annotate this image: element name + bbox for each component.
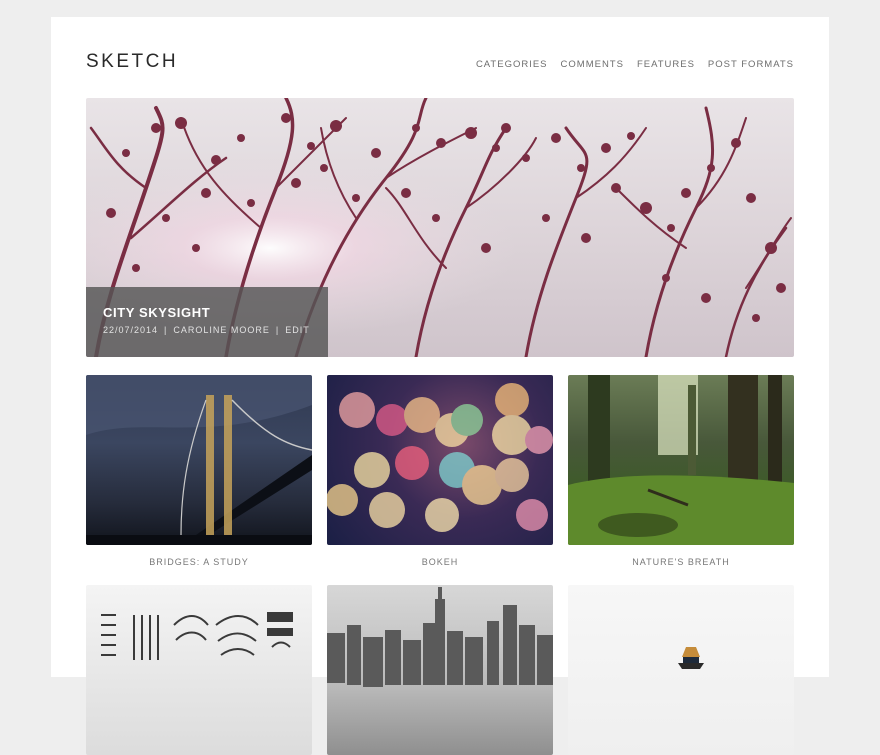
featured-meta: 22/07/2014 | CAROLINE MOORE | EDIT xyxy=(103,325,310,335)
objects-image xyxy=(101,612,293,660)
nav-item-features[interactable]: FEATURES xyxy=(637,59,695,70)
nav-item-comments[interactable]: COMMENTS xyxy=(561,59,624,70)
content-panel: SKETCH CATEGORIES COMMENTS FEATURES POST… xyxy=(51,17,829,755)
project-thumbnail-bokeh[interactable] xyxy=(327,375,553,545)
nav-item-post-formats[interactable]: POST FORMATS xyxy=(708,59,794,70)
project-thumbnail-nature[interactable] xyxy=(568,375,794,545)
project-thumbnail-city[interactable] xyxy=(327,585,553,755)
project-thumbnail-objects[interactable] xyxy=(86,585,312,755)
project-card[interactable]: BRIDGES: A STUDY xyxy=(86,375,312,567)
lake-image xyxy=(678,647,704,669)
project-title[interactable]: BRIDGES: A STUDY xyxy=(86,557,312,567)
main-navigation: CATEGORIES COMMENTS FEATURES POST FORMAT… xyxy=(476,59,794,70)
project-thumbnail-bridge[interactable] xyxy=(86,375,312,545)
project-title[interactable]: BOKEH xyxy=(327,557,553,567)
bridge-image xyxy=(86,375,312,545)
project-title[interactable]: NATURE'S BREATH xyxy=(568,557,794,567)
project-card[interactable] xyxy=(327,585,553,755)
nav-item-categories[interactable]: CATEGORIES xyxy=(476,59,548,70)
project-thumbnail-lake[interactable] xyxy=(568,585,794,755)
city-image xyxy=(327,587,553,687)
post-date[interactable]: 22/07/2014 xyxy=(103,325,158,335)
meta-separator: | xyxy=(275,325,280,335)
meta-separator: | xyxy=(164,325,168,335)
bokeh-image xyxy=(327,383,553,532)
project-card[interactable] xyxy=(568,585,794,755)
project-card[interactable] xyxy=(86,585,312,755)
featured-post[interactable]: CITY SKYSIGHT 22/07/2014 | CAROLINE MOORE |… xyxy=(86,98,794,357)
featured-caption: CITY SKYSIGHT 22/07/2014 | CAROLINE MOORE |… xyxy=(86,287,328,357)
featured-title[interactable]: CITY SKYSIGHT xyxy=(103,305,210,320)
site-title[interactable]: SKETCH xyxy=(86,51,178,73)
edit-link[interactable]: EDIT xyxy=(285,325,310,335)
post-author[interactable]: CAROLINE MOORE xyxy=(173,325,270,335)
forest-image xyxy=(568,375,794,545)
project-card[interactable]: NATURE'S BREATH xyxy=(568,375,794,567)
project-card[interactable]: BOKEH xyxy=(327,375,553,567)
